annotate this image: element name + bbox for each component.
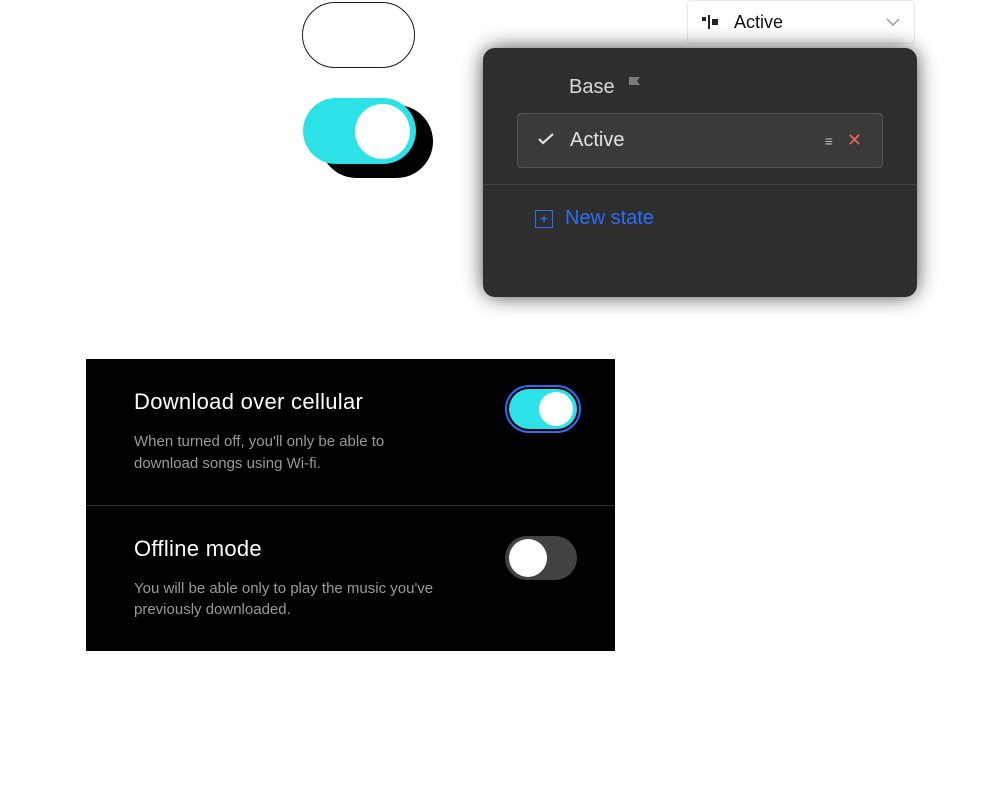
new-state-label: New state bbox=[565, 207, 654, 230]
toggle-offline-mode[interactable] bbox=[505, 536, 577, 580]
toggle-knob bbox=[539, 392, 573, 426]
check-icon bbox=[538, 132, 554, 150]
setting-offline-mode: Offline mode You will be able only to pl… bbox=[86, 506, 615, 652]
state-label: Active bbox=[570, 129, 809, 152]
toggle-outline-empty bbox=[302, 2, 415, 68]
chevron-down-icon bbox=[886, 13, 900, 31]
states-panel: Base Active ≡ ✕ + New state bbox=[483, 48, 917, 297]
close-icon[interactable]: ✕ bbox=[847, 130, 862, 151]
setting-description: When turned off, you'll only be able to … bbox=[134, 431, 434, 475]
setting-title: Offline mode bbox=[134, 536, 475, 562]
base-label: Base bbox=[569, 76, 615, 99]
state-active-row[interactable]: Active ≡ ✕ bbox=[517, 113, 883, 168]
setting-description: You will be able only to play the music … bbox=[134, 578, 434, 622]
toggle-knob bbox=[355, 104, 410, 159]
base-state-row[interactable]: Base bbox=[483, 48, 917, 113]
menu-icon[interactable]: ≡ bbox=[825, 133, 831, 149]
dropdown-label: Active bbox=[734, 12, 872, 33]
setting-download-cellular: Download over cellular When turned off, … bbox=[86, 359, 615, 506]
align-center-icon bbox=[702, 15, 720, 29]
toggle-knob bbox=[509, 539, 547, 577]
flag-icon bbox=[627, 76, 643, 99]
new-state-button[interactable]: + New state bbox=[483, 185, 917, 230]
toggle-download-cellular[interactable] bbox=[509, 389, 577, 429]
state-selector-dropdown[interactable]: Active bbox=[687, 0, 915, 44]
plus-box-icon: + bbox=[535, 210, 553, 228]
setting-title: Download over cellular bbox=[134, 389, 479, 415]
toggle-large-active[interactable] bbox=[303, 98, 416, 164]
settings-card: Download over cellular When turned off, … bbox=[86, 359, 615, 651]
